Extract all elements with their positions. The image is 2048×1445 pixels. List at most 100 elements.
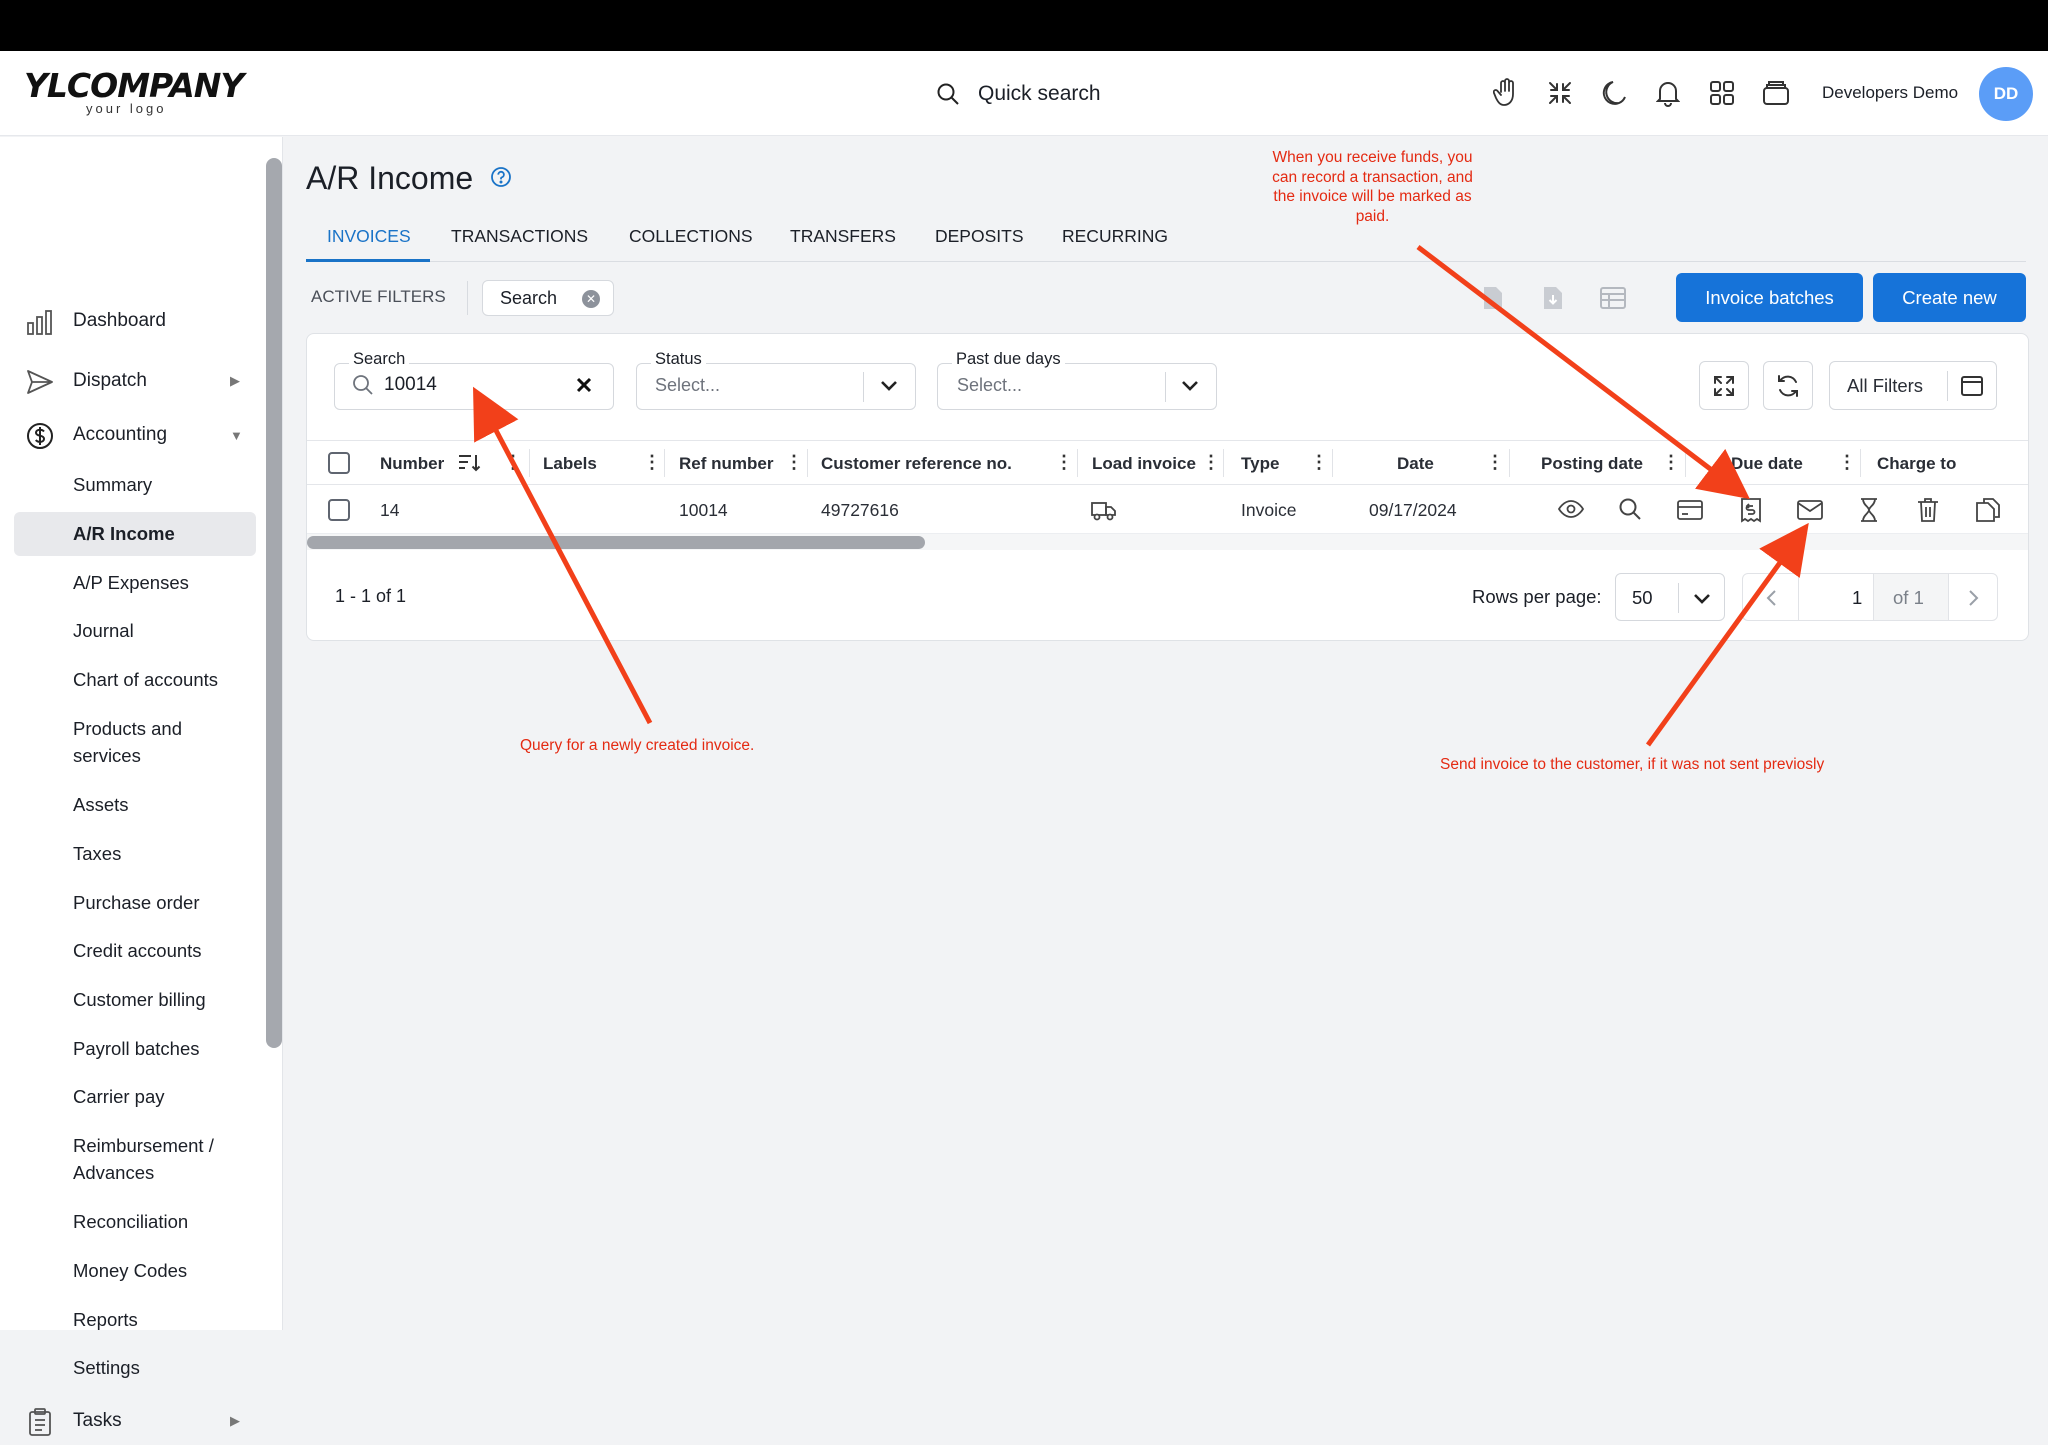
help-icon[interactable] <box>490 166 512 188</box>
download-document-icon[interactable] <box>1542 285 1564 311</box>
table-row[interactable]: 14 10014 49727616 Invoice 09/17/2024 <box>307 486 2028 534</box>
truck-icon[interactable] <box>1091 500 1117 522</box>
tab-invoices[interactable]: INVOICES <box>327 226 411 247</box>
column-header-due-date[interactable]: Due date <box>1731 454 1803 474</box>
sidebar-item-customer-billing[interactable]: Customer billing <box>73 986 206 1013</box>
column-divider <box>1685 449 1686 477</box>
refresh-button[interactable] <box>1763 361 1813 410</box>
all-filters-button[interactable]: All Filters <box>1829 361 1997 410</box>
chevron-down-icon[interactable] <box>1181 380 1199 392</box>
sidebar-item-accounting[interactable]: Accounting ▼ <box>0 411 260 459</box>
sidebar-item-journal[interactable]: Journal <box>73 617 134 644</box>
search-input[interactable] <box>334 363 614 410</box>
apps-grid-icon[interactable] <box>1706 75 1738 111</box>
avatar[interactable]: DD <box>1979 67 2033 121</box>
column-header-posting-date[interactable]: Posting date <box>1541 454 1643 474</box>
column-menu-icon[interactable]: ⋮ <box>1486 452 1504 473</box>
column-header-type[interactable]: Type <box>1241 454 1279 474</box>
column-menu-icon[interactable]: ⋮ <box>504 452 522 473</box>
sort-icon[interactable] <box>457 453 481 473</box>
sidebar-item-credit-accounts[interactable]: Credit accounts <box>73 937 202 964</box>
envelope-icon[interactable] <box>1797 500 1823 520</box>
rows-per-page-label: Rows per page: <box>1472 586 1602 607</box>
sidebar-item-chart-of-accounts[interactable]: Chart of accounts <box>73 666 218 693</box>
quick-search[interactable]: Quick search <box>936 78 1101 110</box>
column-menu-icon[interactable]: ⋮ <box>1202 452 1220 473</box>
eye-icon[interactable] <box>1558 497 1584 521</box>
tab-recurring[interactable]: RECURRING <box>1062 226 1168 247</box>
row-checkbox[interactable] <box>328 499 350 521</box>
table-header: Number ⋮ Labels ⋮ Ref number ⋮ Customer … <box>307 440 2028 485</box>
sidebar-item-tasks[interactable]: Tasks ▶ <box>0 1397 260 1445</box>
collapse-icon[interactable] <box>1544 75 1576 111</box>
record-transaction-icon[interactable] <box>1740 497 1762 523</box>
column-header-load-invoice[interactable]: Load invoice <box>1092 454 1196 474</box>
invoice-batches-button[interactable]: Invoice batches <box>1676 273 1863 322</box>
chevron-right-icon[interactable] <box>1968 589 1980 607</box>
page-number-input[interactable]: 1 <box>1852 587 1862 609</box>
create-new-button[interactable]: Create new <box>1873 273 2026 322</box>
tab-collections[interactable]: COLLECTIONS <box>629 226 753 247</box>
rows-per-page-select[interactable]: 50 <box>1615 573 1725 621</box>
column-header-number[interactable]: Number <box>380 454 444 474</box>
sidebar-item-label: Dashboard <box>73 310 166 331</box>
sidebar-scrollbar[interactable] <box>266 158 282 1048</box>
sidebar-item-money-codes[interactable]: Money Codes <box>73 1257 187 1284</box>
column-header-labels[interactable]: Labels <box>543 454 597 474</box>
sidebar-item-reimbursement-advances[interactable]: Reimbursement / Advances <box>73 1132 243 1186</box>
credit-card-icon[interactable] <box>1677 499 1703 521</box>
clipboard-icon <box>29 1408 51 1436</box>
column-header-date[interactable]: Date <box>1397 454 1434 474</box>
sidebar-item-reconciliation[interactable]: Reconciliation <box>73 1208 188 1235</box>
tab-transactions[interactable]: TRANSACTIONS <box>451 226 588 247</box>
select-all-checkbox[interactable] <box>328 452 350 474</box>
document-icon[interactable] <box>1482 285 1504 311</box>
close-icon[interactable]: ✕ <box>582 290 600 308</box>
sidebar-item-dispatch[interactable]: Dispatch ▶ <box>0 357 260 405</box>
column-menu-icon[interactable]: ⋮ <box>1838 452 1856 473</box>
tab-transfers[interactable]: TRANSFERS <box>790 226 896 247</box>
logo-text: YLCOMPANY <box>24 66 244 105</box>
hand-icon[interactable] <box>1490 75 1522 111</box>
sidebar-item-purchase-order[interactable]: Purchase order <box>73 889 199 916</box>
column-menu-icon[interactable]: ⋮ <box>785 452 803 473</box>
copy-icon[interactable] <box>1976 497 2000 523</box>
sidebar-item-ar-income[interactable]: A/R Income <box>73 520 175 547</box>
trash-icon[interactable] <box>1917 497 1939 523</box>
tab-deposits[interactable]: DEPOSITS <box>935 226 1024 247</box>
column-divider <box>1860 449 1861 477</box>
fullscreen-button[interactable] <box>1699 361 1749 410</box>
user-name[interactable]: Developers Demo <box>1822 83 1958 103</box>
sidebar-item-payroll-batches[interactable]: Payroll batches <box>73 1035 199 1062</box>
column-header-customer-reference-no[interactable]: Customer reference no. <box>821 454 1012 474</box>
chevron-down-icon[interactable] <box>880 380 898 392</box>
company-logo[interactable]: YLCOMPANY your logo <box>24 66 244 119</box>
column-menu-icon[interactable]: ⋮ <box>1662 452 1680 473</box>
sidebar-item-carrier-pay[interactable]: Carrier pay <box>73 1083 165 1110</box>
chevron-left-icon[interactable] <box>1765 589 1777 607</box>
sidebar-item-label: Accounting <box>73 424 168 445</box>
table-view-icon[interactable] <box>1600 287 1626 309</box>
sidebar-item-reports[interactable]: Reports <box>73 1306 138 1333</box>
sidebar-item-summary[interactable]: Summary <box>73 471 152 498</box>
column-menu-icon[interactable]: ⋮ <box>1055 452 1073 473</box>
sidebar-item-settings[interactable]: Settings <box>73 1354 140 1381</box>
sidebar-item-products-and-services[interactable]: Products and services <box>73 715 233 769</box>
hourglass-icon[interactable] <box>1859 497 1879 523</box>
search-icon[interactable] <box>1618 497 1642 521</box>
horizontal-scrollbar[interactable] <box>307 536 925 549</box>
sidebar-item-dashboard[interactable]: Dashboard <box>0 297 260 345</box>
page-count: of 1 <box>1893 587 1924 608</box>
bell-icon[interactable] <box>1652 75 1684 111</box>
filter-chip-search[interactable]: Search ✕ <box>482 280 614 316</box>
column-menu-icon[interactable]: ⋮ <box>643 452 661 473</box>
sidebar-item-taxes[interactable]: Taxes <box>73 840 121 867</box>
moon-icon[interactable] <box>1598 75 1630 111</box>
column-header-ref-number[interactable]: Ref number <box>679 454 773 474</box>
sidebar-item-ap-expenses[interactable]: A/P Expenses <box>73 569 189 596</box>
wallet-icon[interactable] <box>1760 75 1792 111</box>
clear-icon[interactable] <box>576 377 592 393</box>
column-menu-icon[interactable]: ⋮ <box>1310 452 1328 473</box>
sidebar-item-assets[interactable]: Assets <box>73 791 129 818</box>
column-header-charge-to[interactable]: Charge to <box>1877 454 1956 474</box>
